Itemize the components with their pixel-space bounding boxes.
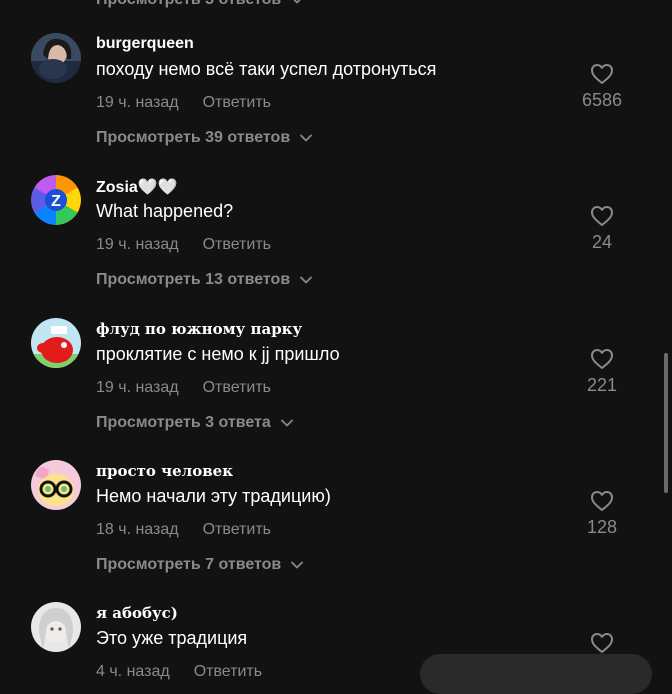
comment-time: 4 ч. назад xyxy=(96,663,170,680)
comment-text: походу немо всё таки успел дотронуться xyxy=(96,59,437,79)
like-count: 128 xyxy=(586,517,618,537)
avatar[interactable]: Z xyxy=(31,175,81,225)
comment-username[interactable]: burgerqueen xyxy=(96,35,194,53)
comment-username[interactable]: просто человек xyxy=(96,462,233,480)
comment-item: Z Zosia🤍🤍 What happened? 19 ч. назад Отв… xyxy=(0,175,672,305)
comment-username[interactable]: я абобус) xyxy=(96,604,178,622)
heart-outline-icon xyxy=(591,633,613,653)
comment-text: Это уже традиция xyxy=(96,628,248,648)
scrollbar-thumb[interactable] xyxy=(664,353,668,493)
view-replies-label: Просмотреть 7 ответов xyxy=(96,556,282,573)
like-button[interactable]: 24 xyxy=(572,205,632,253)
chevron-down-icon xyxy=(300,134,313,142)
comment-meta: 19 ч. назад Ответить xyxy=(96,236,271,254)
avatar[interactable] xyxy=(31,33,81,83)
reply-button[interactable]: Ответить xyxy=(194,663,262,681)
comment-time: 19 ч. назад xyxy=(96,379,179,396)
like-button[interactable]: 221 xyxy=(572,348,632,396)
chevron-down-icon xyxy=(293,0,302,4)
like-button[interactable] xyxy=(572,632,632,654)
view-replies-link[interactable]: Просмотреть 3 ответа xyxy=(96,414,293,432)
svg-text:Z: Z xyxy=(51,193,61,210)
chevron-down-icon xyxy=(280,419,293,427)
view-replies-link[interactable]: Просмотреть 3 ответов xyxy=(96,0,303,9)
like-count: 24 xyxy=(591,232,613,252)
comment-meta: 18 ч. назад Ответить xyxy=(96,521,271,539)
heart-outline-icon xyxy=(591,349,613,369)
heart-outline-icon xyxy=(591,491,613,511)
view-replies-label: Просмотреть 13 ответов xyxy=(96,271,291,288)
comment-item: burgerqueen походу немо всё таки успел д… xyxy=(0,33,672,163)
comment-time: 19 ч. назад xyxy=(96,236,179,253)
reply-button[interactable]: Ответить xyxy=(203,94,271,112)
reply-button[interactable]: Ответить xyxy=(203,379,271,397)
view-replies-link[interactable]: Просмотреть 7 ответов xyxy=(96,556,304,574)
view-replies-label: Просмотреть 39 ответов xyxy=(96,129,291,146)
comment-composer[interactable] xyxy=(420,654,652,694)
comment-meta: 19 ч. назад Ответить xyxy=(96,94,271,112)
comment-text: Немо начали эту традицию) xyxy=(96,486,331,506)
like-count: 221 xyxy=(586,375,618,395)
view-replies-link[interactable]: Просмотреть 13 ответов xyxy=(96,271,313,289)
like-button[interactable]: 128 xyxy=(572,490,632,538)
comment-time: 18 ч. назад xyxy=(96,521,179,538)
view-replies-label: Просмотреть 3 ответа xyxy=(96,414,271,431)
chevron-down-icon xyxy=(291,561,304,569)
comment-text: проклятие с немо к jj пришло xyxy=(96,344,340,364)
chevron-down-icon xyxy=(300,276,313,284)
comment-time: 19 ч. назад xyxy=(96,94,179,111)
comment-text: What happened? xyxy=(96,201,234,221)
comment-item: флуд по южному парку проклятие с немо к … xyxy=(0,318,672,448)
like-count: 6586 xyxy=(581,90,623,110)
reply-button[interactable]: Ответить xyxy=(203,236,271,254)
like-button[interactable]: 6586 xyxy=(572,63,632,111)
comment-meta: 4 ч. назад Ответить xyxy=(96,663,262,681)
comment-username[interactable]: флуд по южному парку xyxy=(96,320,302,338)
heart-outline-icon xyxy=(591,206,613,226)
comment-meta: 19 ч. назад Ответить xyxy=(96,379,271,397)
view-replies-link[interactable]: Просмотреть 39 ответов xyxy=(96,129,313,147)
avatar[interactable] xyxy=(31,460,81,510)
avatar[interactable] xyxy=(31,318,81,368)
view-replies-label: Просмотреть 3 ответов xyxy=(96,0,281,9)
comment-username[interactable]: Zosia🤍🤍 xyxy=(96,177,178,197)
heart-outline-icon xyxy=(591,64,613,84)
comment-item: просто человек Немо начали эту традицию)… xyxy=(0,460,672,590)
reply-button[interactable]: Ответить xyxy=(203,521,271,539)
avatar[interactable] xyxy=(31,602,81,652)
